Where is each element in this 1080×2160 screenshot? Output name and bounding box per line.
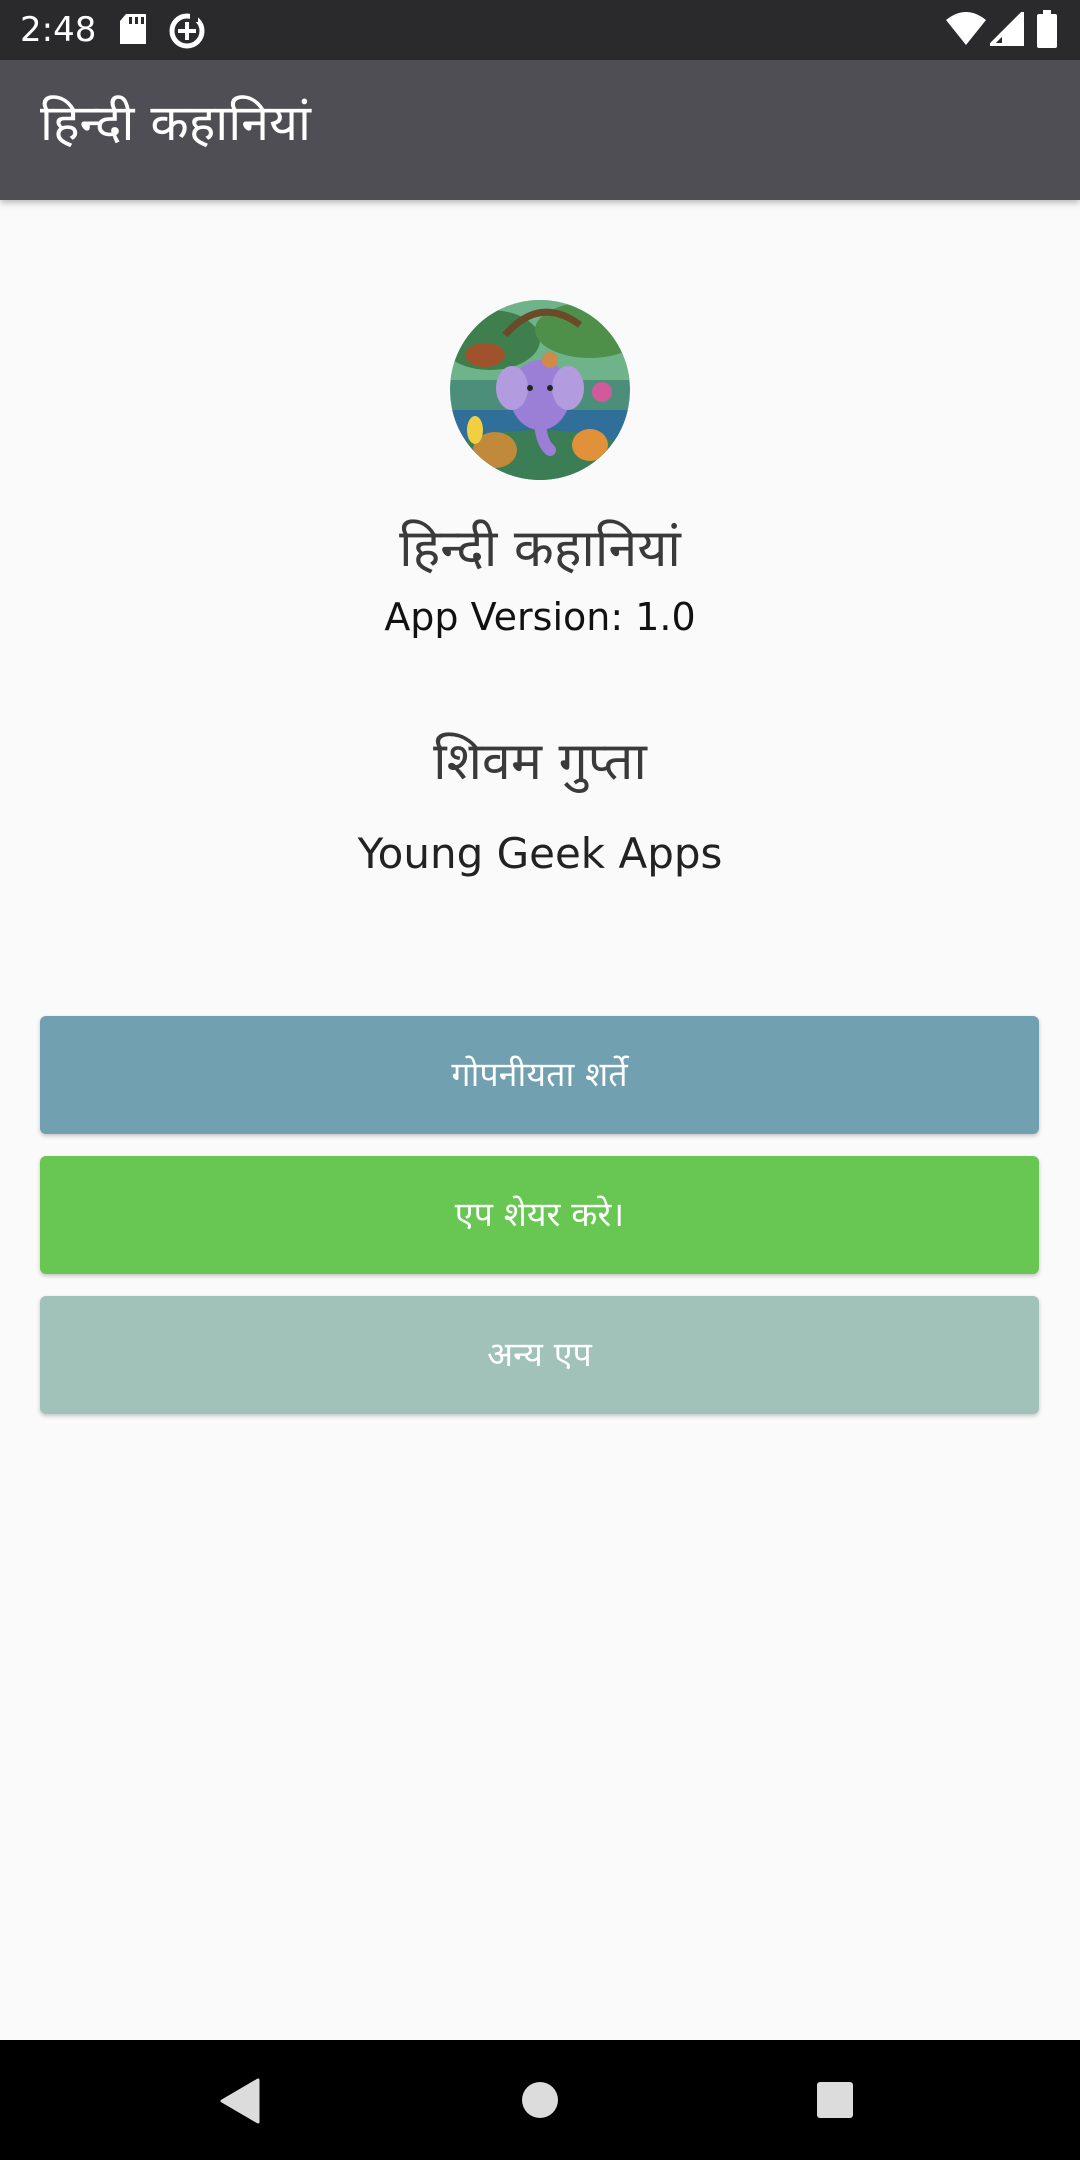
app-name: हिन्दी कहानियां (399, 519, 681, 579)
screen: 2:48 हिन्दी कहानियां हिन्दी कहानियां App… (0, 0, 1080, 2160)
app-bar-title: हिन्दी कहानियां (40, 94, 311, 152)
app-bar: हिन्दी कहानियां (0, 60, 1080, 200)
cellular-signal-icon (986, 8, 1025, 50)
more-apps-button[interactable]: अन्य एप (40, 1296, 1039, 1414)
privacy-policy-button[interactable]: गोपनीयता शर्ते (40, 1016, 1039, 1134)
data-saver-icon (168, 12, 206, 54)
status-time: 2:48 (20, 10, 97, 50)
home-icon[interactable] (520, 2080, 560, 2124)
sd-card-icon (118, 14, 148, 50)
app-version: App Version: 1.0 (384, 595, 696, 639)
app-logo-elephant-icon (450, 300, 630, 480)
developer-name: शिवम गुप्ता (433, 732, 647, 792)
company-name: Young Geek Apps (357, 829, 723, 878)
back-icon[interactable] (218, 2078, 262, 2128)
share-app-button[interactable]: एप शेयर करे। (40, 1156, 1039, 1274)
status-bar: 2:48 (0, 0, 1080, 60)
recents-icon[interactable] (815, 2080, 855, 2124)
wifi-icon (946, 12, 986, 50)
navigation-bar (0, 2040, 1080, 2160)
battery-icon (1036, 10, 1058, 52)
